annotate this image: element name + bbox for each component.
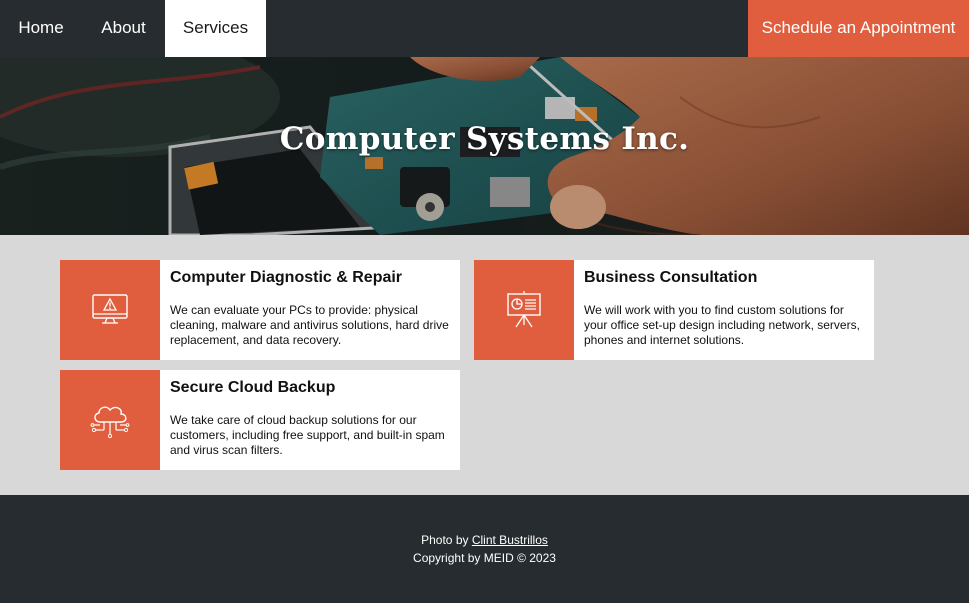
service-description: We will work with you to find custom sol… [584, 303, 860, 347]
cloud-network-icon [90, 406, 130, 439]
nav-about-link[interactable]: About [82, 0, 165, 57]
hero-banner: Computer Systems Inc. [0, 57, 969, 235]
schedule-appointment-button[interactable]: Schedule an Appointment [748, 0, 969, 57]
services-section: Computer Diagnostic & Repair We can eval… [0, 235, 969, 495]
nav-services-link[interactable]: Services [165, 0, 266, 57]
top-navigation: Home About Services Schedule an Appointm… [0, 0, 969, 57]
computer-warning-icon [92, 294, 128, 324]
service-card-business-consultation: Business Consultation We will work with … [474, 260, 874, 360]
service-card-diagnostic-repair: Computer Diagnostic & Repair We can eval… [60, 260, 460, 360]
photo-credit: Photo by Clint Bustrillos [0, 533, 969, 547]
copyright-text: Copyright by MEID © 2023 [413, 551, 556, 565]
service-icon-tile [60, 370, 160, 470]
service-title: Computer Diagnostic & Repair [170, 269, 403, 286]
service-card-cloud-backup: Secure Cloud Backup We take care of clou… [60, 370, 460, 470]
presentation-board-icon [507, 291, 541, 328]
footer: Photo by Clint Bustrillos Copyright by M… [0, 495, 969, 603]
photo-credit-prefix: Photo by [421, 533, 469, 547]
service-title: Secure Cloud Backup [170, 379, 336, 396]
hero-title: Computer Systems Inc. [279, 121, 690, 157]
service-description: We can evaluate your PCs to provide: phy… [170, 303, 449, 347]
photo-author-link[interactable]: Clint Bustrillos [472, 533, 548, 547]
service-title: Business Consultation [584, 269, 758, 286]
service-icon-tile [474, 260, 574, 360]
nav-home-link[interactable]: Home [0, 0, 82, 57]
service-description: We take care of cloud backup solutions f… [170, 413, 445, 457]
service-icon-tile [60, 260, 160, 360]
